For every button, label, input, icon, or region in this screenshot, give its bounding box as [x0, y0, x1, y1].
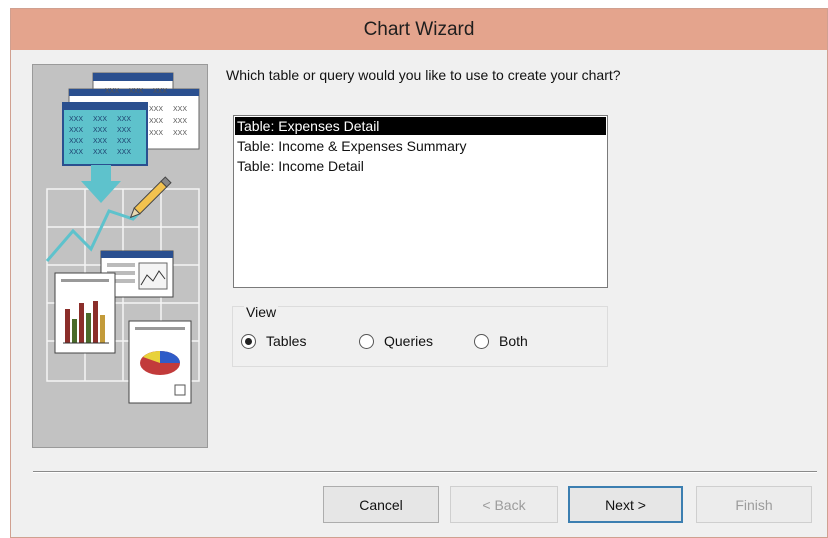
svg-text:XXX: XXX [173, 130, 187, 137]
chart-wizard-illustration-icon: XXX XXX XXX XXX XXX XXX XXX XXX XXX XXX … [45, 72, 200, 404]
svg-text:XXX: XXX [69, 127, 83, 134]
svg-text:XXX: XXX [129, 88, 143, 95]
radio-tables[interactable]: Tables [241, 333, 306, 349]
svg-text:XXX: XXX [117, 149, 131, 156]
svg-text:XXX: XXX [105, 88, 119, 95]
radio-button-icon[interactable] [359, 333, 374, 349]
wizard-illustration: XXX XXX XXX XXX XXX XXX XXX XXX XXX XXX … [32, 64, 208, 448]
svg-text:XXX: XXX [69, 149, 83, 156]
svg-text:XXX: XXX [149, 118, 163, 125]
radio-both-label: Both [499, 333, 528, 349]
svg-text:XXX: XXX [153, 88, 167, 95]
chart-wizard-dialog: Chart Wizard XXX XXX XXX XXX XXX XXX XXX… [10, 8, 828, 538]
svg-text:XXX: XXX [149, 106, 163, 113]
separator [33, 471, 817, 473]
radio-button-icon[interactable] [474, 333, 489, 349]
svg-text:XXX: XXX [93, 116, 107, 123]
svg-text:XXX: XXX [117, 127, 131, 134]
svg-text:XXX: XXX [93, 138, 107, 145]
radio-tables-label: Tables [266, 333, 307, 349]
svg-text:XXX: XXX [149, 130, 163, 137]
list-item[interactable]: Table: Income & Expenses Summary [234, 136, 607, 156]
svg-text:XXX: XXX [93, 127, 107, 134]
svg-text:XXX: XXX [93, 149, 107, 156]
list-item[interactable]: Table: Expenses Detail [235, 117, 606, 135]
svg-text:XXX: XXX [69, 138, 83, 145]
radio-selected-dot [245, 337, 252, 345]
cancel-button[interactable]: Cancel [323, 486, 439, 523]
finish-button[interactable]: Finish [696, 486, 812, 523]
list-item[interactable]: Table: Income Detail [234, 156, 607, 176]
radio-button-icon[interactable] [241, 333, 256, 349]
prompt-text: Which table or query would you like to u… [226, 67, 621, 83]
back-button[interactable]: < Back [450, 486, 558, 523]
view-legend: View [244, 304, 279, 320]
window-title: Chart Wizard [363, 18, 475, 40]
radio-queries-label: Queries [384, 333, 434, 349]
svg-text:XXX: XXX [117, 116, 131, 123]
svg-text:XXX: XXX [69, 116, 83, 123]
svg-text:XXX: XXX [173, 118, 187, 125]
svg-text:XXX: XXX [117, 138, 131, 145]
svg-text:XXX: XXX [173, 106, 187, 113]
view-groupbox: View Tables Queries Both [232, 304, 608, 367]
table-query-listbox[interactable]: Table: Expenses Detail Table: Income & E… [233, 115, 608, 288]
next-button[interactable]: Next > [568, 486, 683, 523]
radio-both[interactable]: Both [474, 333, 528, 349]
title-bar[interactable]: Chart Wizard [11, 9, 827, 50]
radio-queries[interactable]: Queries [359, 333, 433, 349]
